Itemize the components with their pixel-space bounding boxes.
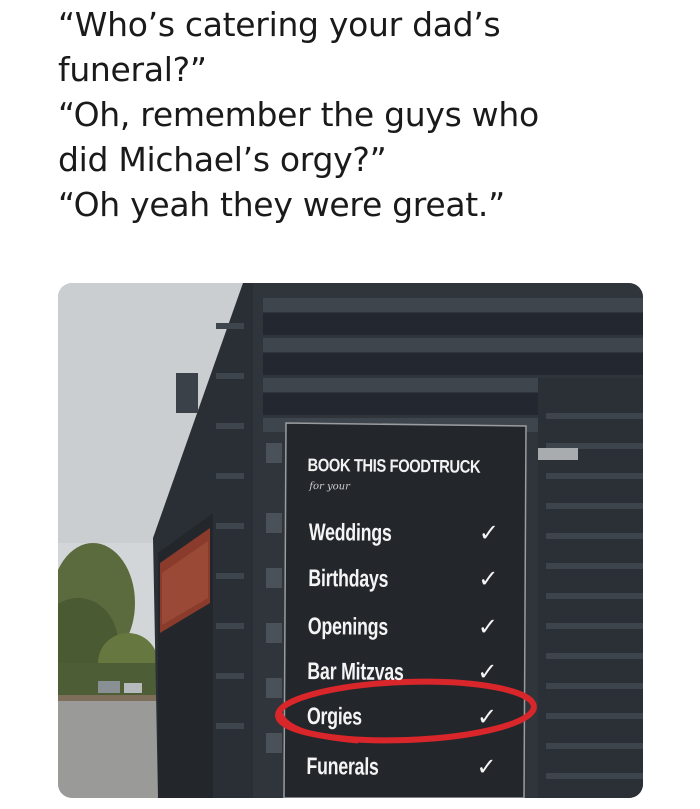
caption-line-3: “Oh, remember the guys who [58,95,539,134]
sign-item-birthdays: Birthdays ✓ [308,565,513,597]
sign-title: BOOK THIS FOODTRUCK [307,454,481,477]
sign-item-label: Orgies [306,702,362,731]
sign-item-bar-mitzvas: Bar Mitzvas ✓ [307,658,512,690]
check-icon: ✓ [477,657,498,686]
sign-item-label: Weddings [308,518,392,547]
sign-item-label: Birthdays [308,564,389,593]
sign-item-orgies: Orgies ✓ [307,703,512,735]
sign-item-openings: Openings ✓ [308,613,513,645]
check-icon: ✓ [476,702,498,731]
check-icon: ✓ [476,752,497,781]
caption-line-5: “Oh yeah they were great.” [58,185,505,224]
sign-item-label: Funerals [306,752,379,781]
door-latch [538,448,578,460]
check-icon: ✓ [478,564,499,593]
caption-line-2: funeral?” [58,50,207,89]
truck-door [538,378,643,798]
sign-item-weddings: Weddings ✓ [309,519,514,551]
sign-item-funerals: Funerals ✓ [306,753,511,785]
caption-line-4: did Michael’s orgy?” [58,140,387,179]
caption-line-1: “Who’s catering your dad’s [58,5,501,44]
sign-item-label: Bar Mitzvas [307,657,404,686]
meme-caption: “Who’s catering your dad’s funeral?” “Oh… [58,2,678,227]
food-truck-photo: BOOK THIS FOODTRUCK for your Weddings ✓ … [58,283,643,798]
sign-subtitle: for your [309,480,350,493]
check-icon: ✓ [478,518,500,547]
foodtruck-sign: BOOK THIS FOODTRUCK for your Weddings ✓ … [288,425,524,798]
check-icon: ✓ [477,612,499,641]
sign-item-label: Openings [307,612,389,641]
